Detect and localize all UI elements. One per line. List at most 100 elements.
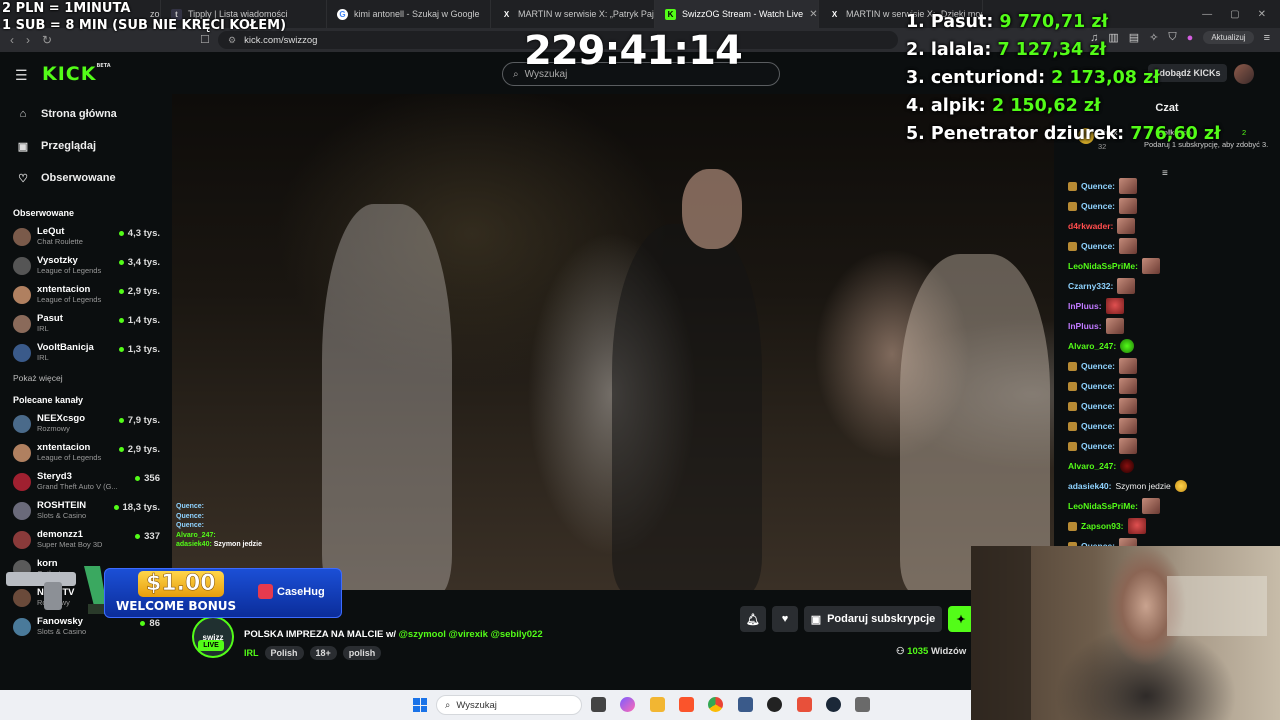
emote-icon (1119, 198, 1138, 214)
show-more-link[interactable]: Pokaż więcej (0, 369, 172, 387)
channel-item[interactable]: ROSHTEIN Slots & Casino 18,3 tys. (0, 496, 172, 525)
calculator-icon[interactable] (855, 697, 870, 712)
chat-username[interactable]: d4rkwader: (1068, 221, 1113, 231)
casehug-bonus-banner[interactable]: $1.00 WELCOME BONUS CaseHug (0, 560, 344, 622)
chat-username[interactable]: Zapson93: (1081, 521, 1124, 531)
chat-username[interactable]: Quence: (1081, 181, 1115, 191)
channel-text: NEEXcsgo Rozmowy (37, 413, 85, 434)
tag-pill[interactable]: 18+ (309, 646, 337, 660)
channel-item[interactable]: xntentacion League of Legends 2,9 tys. (0, 280, 172, 309)
channel-name: xntentacion (37, 284, 91, 295)
user-avatar[interactable] (1234, 64, 1254, 84)
category-link[interactable]: IRL (244, 648, 259, 658)
channel-viewer-count: 1,3 tys. (127, 344, 160, 355)
notification-bell-button[interactable]: 🔔︎ (740, 606, 766, 632)
chat-username[interactable]: Quence: (1081, 441, 1115, 451)
channel-category: League of Legends (37, 295, 102, 304)
file-explorer-icon[interactable] (650, 697, 665, 712)
follow-heart-button[interactable]: ♥ (772, 606, 798, 632)
chat-username[interactable]: Czarny332: (1068, 281, 1113, 291)
chat-username[interactable]: Quence: (1081, 401, 1115, 411)
channel-text: LeQut Chat Roulette (37, 226, 83, 247)
chrome-icon[interactable] (708, 697, 723, 712)
chat-message: Quence: (1068, 436, 1268, 456)
chat-username[interactable]: Quence: (1081, 241, 1115, 251)
chat-username[interactable]: LeoNidaSsPriMe: (1068, 261, 1138, 271)
channel-avatar (13, 227, 31, 246)
app-icon[interactable] (738, 697, 753, 712)
channel-item[interactable]: NEEXcsgo Rozmowy 7,9 tys. (0, 409, 172, 438)
bookmark-icon[interactable]: ☐ (200, 33, 210, 46)
leaderboard-amount: 2 150,62 zł (991, 96, 1101, 116)
streamer-avatar[interactable]: swizz (192, 616, 234, 658)
sidebar-item-browse-label: Przeglądaj (41, 140, 97, 152)
emote-icon (1119, 398, 1138, 414)
channel-name: xntentacion (37, 442, 91, 453)
channel-avatar (13, 414, 31, 433)
channel-item[interactable]: VooltBanicja IRL 1,3 tys. (0, 338, 172, 367)
forward-icon[interactable]: › (26, 33, 30, 47)
video-chat-user: Quence: (176, 503, 205, 510)
channel-item[interactable]: xntentacion League of Legends 2,9 tys. (0, 438, 172, 467)
tab-4[interactable]: X MARTIN w serwisie X: „Patryk Pajako (491, 0, 655, 28)
chat-message: LeoNidaSsPriMe: (1068, 496, 1268, 516)
chat-username[interactable]: Alvaro_247: (1068, 341, 1116, 351)
channel-item[interactable]: Steryd3 Grand Theft Auto V (G... 356 (0, 467, 172, 496)
channel-avatar (13, 285, 31, 304)
chat-message: Quence: (1068, 376, 1268, 396)
stream-mentions[interactable]: @szymool @virexik @sebily022 (399, 629, 543, 640)
subscriber-badge-icon (1068, 241, 1077, 251)
live-dot-icon (118, 318, 124, 323)
channel-name: ROSHTEIN (37, 500, 87, 511)
channel-item[interactable]: LeQut Chat Roulette 4,3 tys. (0, 222, 172, 251)
back-icon[interactable]: ‹ (10, 33, 14, 47)
chat-message: adasiek40: Szymon jedzie (1068, 476, 1268, 496)
chat-username[interactable]: LeoNidaSsPriMe: (1068, 501, 1138, 511)
close-tab-icon[interactable]: ✕ (809, 9, 817, 20)
copilot-icon[interactable] (620, 697, 635, 712)
chat-username[interactable]: Alvaro_247: (1068, 461, 1116, 471)
live-dot-icon (118, 447, 124, 452)
steam-icon[interactable] (826, 697, 841, 712)
chat-username[interactable]: Quence: (1081, 361, 1115, 371)
brave-icon[interactable] (679, 697, 694, 712)
reload-icon[interactable]: ↻ (42, 33, 52, 47)
taskbar-search[interactable]: ⌕ Wyszukaj (436, 695, 582, 715)
donation-rate-overlay: 2 PLN = 1MINUTA 1 SUB = 8 MIN (SUB NIE K… (2, 0, 286, 34)
chat-username[interactable]: Quence: (1081, 381, 1115, 391)
gift-sub-button[interactable]: ▣ Podaruj subskrypcje (804, 606, 942, 632)
tab-3[interactable]: G kimi antonell - Szukaj w Google (327, 0, 491, 28)
emote-icon (1120, 459, 1135, 473)
tab-5-active[interactable]: K SwizzOG Stream - Watch Live ✕ (655, 0, 819, 28)
menu-icon[interactable]: ≡ (1264, 32, 1270, 44)
tag-pill[interactable]: Polish (264, 646, 304, 660)
task-view-icon[interactable] (591, 697, 606, 712)
windows-start-icon[interactable] (413, 698, 427, 712)
chat-username[interactable]: Quence: (1081, 201, 1115, 211)
chat-username[interactable]: adasiek40: (1068, 481, 1111, 491)
tag-pill[interactable]: polish (342, 646, 382, 660)
hamburger-menu-icon[interactable]: ☰ (15, 67, 28, 84)
obs-icon[interactable] (767, 697, 782, 712)
channel-item[interactable]: Vysotzky League of Legends 3,4 tys. (0, 251, 172, 280)
video-player[interactable] (172, 94, 1054, 590)
channel-name: LeQut (37, 226, 65, 237)
kick-logo[interactable]: KICKBETA (42, 63, 111, 85)
chat-username[interactable]: InPluus: (1068, 301, 1102, 311)
sidebar-item-browse[interactable]: ▣ Przeglądaj (0, 130, 172, 162)
chat-message: Alvaro_247: (1068, 456, 1268, 476)
url-text: kick.com/swizzog (244, 34, 318, 46)
maximize-icon[interactable]: ▢ (1230, 9, 1239, 20)
webcam-overlay (971, 546, 1280, 720)
channel-item[interactable]: demonzz1 Super Meat Boy 3D 337 (0, 525, 172, 554)
chat-username[interactable]: InPluus: (1068, 321, 1102, 331)
brave-active-icon[interactable] (797, 697, 812, 712)
emote-icon (1127, 518, 1146, 534)
chat-username[interactable]: Quence: (1081, 421, 1115, 431)
close-window-icon[interactable]: ✕ (1258, 9, 1266, 20)
live-dot-icon (118, 260, 124, 265)
channel-item[interactable]: Pasut IRL 1,4 tys. (0, 309, 172, 338)
sidebar-item-following[interactable]: ♡ Obserwowane (0, 162, 172, 194)
sidebar-item-home[interactable]: ⌂ Strona główna (0, 98, 172, 130)
sidebar-item-home-label: Strona główna (41, 108, 117, 120)
